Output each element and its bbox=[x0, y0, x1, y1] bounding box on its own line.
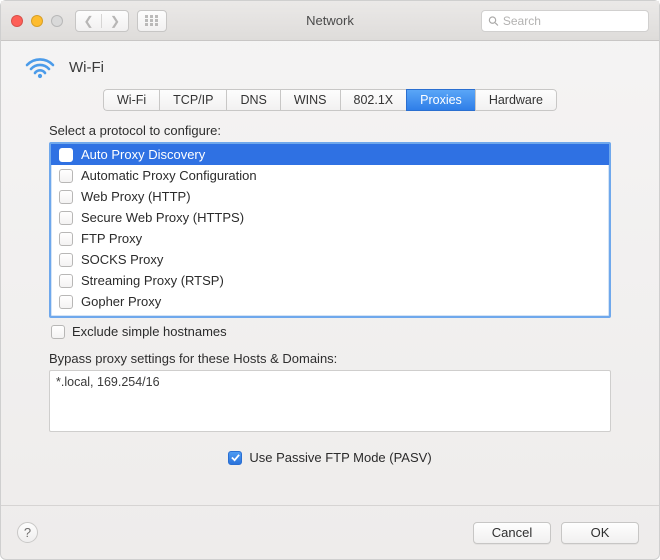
protocol-checkbox[interactable] bbox=[59, 274, 73, 288]
passive-ftp-checkbox[interactable] bbox=[228, 451, 242, 465]
protocol-row[interactable]: FTP Proxy bbox=[51, 228, 609, 249]
exclude-simple-checkbox[interactable] bbox=[51, 325, 65, 339]
exclude-simple-label: Exclude simple hostnames bbox=[72, 324, 227, 339]
tab-hardware[interactable]: Hardware bbox=[475, 89, 557, 111]
protocol-row[interactable]: Streaming Proxy (RTSP) bbox=[51, 270, 609, 291]
wifi-icon bbox=[25, 55, 55, 79]
protocol-label: Secure Web Proxy (HTTPS) bbox=[81, 210, 244, 225]
protocol-row[interactable]: Automatic Proxy Configuration bbox=[51, 165, 609, 186]
nav-back-forward: ❮ ❯ bbox=[75, 10, 129, 32]
protocol-checkbox[interactable] bbox=[59, 232, 73, 246]
protocol-label: Automatic Proxy Configuration bbox=[81, 168, 257, 183]
protocol-list-label: Select a protocol to configure: bbox=[49, 123, 611, 138]
minimize-window-button[interactable] bbox=[31, 15, 43, 27]
protocol-checkbox[interactable] bbox=[59, 295, 73, 309]
search-icon bbox=[488, 15, 499, 27]
bypass-label: Bypass proxy settings for these Hosts & … bbox=[49, 351, 611, 366]
search-input[interactable] bbox=[503, 14, 642, 28]
cancel-button[interactable]: Cancel bbox=[473, 522, 551, 544]
protocol-checkbox[interactable] bbox=[59, 169, 73, 183]
network-preferences-window: ❮ ❯ Network bbox=[0, 0, 660, 560]
protocol-label: Gopher Proxy bbox=[81, 294, 161, 309]
grid-icon bbox=[145, 15, 159, 26]
tab-bar: Wi-FiTCP/IPDNSWINS802.1XProxiesHardware bbox=[1, 89, 659, 111]
protocol-list[interactable]: Auto Proxy Discovery Automatic Proxy Conf… bbox=[49, 142, 611, 318]
tab-proxies[interactable]: Proxies bbox=[406, 89, 475, 111]
protocol-row[interactable]: Web Proxy (HTTP) bbox=[51, 186, 609, 207]
protocol-label: Web Proxy (HTTP) bbox=[81, 189, 191, 204]
show-all-button[interactable] bbox=[137, 10, 167, 32]
protocol-row[interactable]: SOCKS Proxy bbox=[51, 249, 609, 270]
tab-tcp-ip[interactable]: TCP/IP bbox=[159, 89, 226, 111]
protocol-row[interactable]: Gopher Proxy bbox=[51, 291, 609, 312]
protocol-checkbox[interactable] bbox=[59, 190, 73, 204]
ok-button[interactable]: OK bbox=[561, 522, 639, 544]
protocol-label: Auto Proxy Discovery bbox=[81, 147, 205, 162]
forward-button[interactable]: ❯ bbox=[102, 14, 128, 28]
close-window-button[interactable] bbox=[11, 15, 23, 27]
protocol-checkbox[interactable] bbox=[59, 148, 73, 162]
protocol-row[interactable]: Auto Proxy Discovery bbox=[51, 144, 609, 165]
footer: ? Cancel OK bbox=[1, 505, 659, 559]
help-button[interactable]: ? bbox=[17, 522, 38, 543]
protocol-label: Streaming Proxy (RTSP) bbox=[81, 273, 224, 288]
tab-802-1x[interactable]: 802.1X bbox=[340, 89, 407, 111]
search-field-wrap[interactable] bbox=[481, 10, 649, 32]
titlebar: ❮ ❯ Network bbox=[1, 1, 659, 41]
passive-ftp-label: Use Passive FTP Mode (PASV) bbox=[249, 450, 431, 465]
protocol-row[interactable]: Secure Web Proxy (HTTPS) bbox=[51, 207, 609, 228]
pane-header: Wi-Fi bbox=[1, 41, 659, 87]
proxies-panel: Select a protocol to configure: Auto Pro… bbox=[1, 117, 659, 505]
bypass-textarea[interactable]: *.local, 169.254/16 bbox=[49, 370, 611, 432]
protocol-checkbox[interactable] bbox=[59, 211, 73, 225]
window-controls bbox=[11, 15, 63, 27]
back-button[interactable]: ❮ bbox=[76, 14, 102, 28]
exclude-simple-hostnames-row[interactable]: Exclude simple hostnames bbox=[49, 318, 611, 351]
pane-title: Wi-Fi bbox=[69, 59, 104, 76]
passive-ftp-row[interactable]: Use Passive FTP Mode (PASV) bbox=[49, 450, 611, 465]
protocol-label: SOCKS Proxy bbox=[81, 252, 163, 267]
protocol-label: FTP Proxy bbox=[81, 231, 142, 246]
zoom-window-button[interactable] bbox=[51, 15, 63, 27]
tab-dns[interactable]: DNS bbox=[226, 89, 279, 111]
tab-wi-fi[interactable]: Wi-Fi bbox=[103, 89, 159, 111]
protocol-checkbox[interactable] bbox=[59, 253, 73, 267]
tab-wins[interactable]: WINS bbox=[280, 89, 340, 111]
